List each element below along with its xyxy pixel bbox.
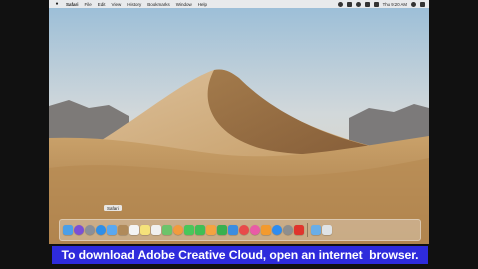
dock-safari-icon[interactable]	[96, 225, 106, 235]
menu-window[interactable]: Window	[176, 2, 192, 7]
dock-maps-icon[interactable]	[162, 225, 172, 235]
mac-desktop: ● Safari File Edit View History Bookmark…	[49, 0, 429, 244]
wifi-icon[interactable]	[355, 1, 361, 7]
dock-contacts-icon[interactable]	[118, 225, 128, 235]
dock-divider	[307, 223, 308, 237]
dock-launchpad-icon[interactable]	[85, 225, 95, 235]
dock-news-icon[interactable]	[239, 225, 249, 235]
dock-messages-icon[interactable]	[184, 225, 194, 235]
dock-mail-icon[interactable]	[107, 225, 117, 235]
dock-app-store-icon[interactable]	[272, 225, 282, 235]
dock-downloads-icon[interactable]	[311, 225, 321, 235]
dock-pages-icon[interactable]	[206, 225, 216, 235]
dock-facetime-icon[interactable]	[195, 225, 205, 235]
shield-status-icon[interactable]	[346, 1, 352, 7]
dock-creative-cloud-icon[interactable]	[294, 225, 304, 235]
dock-keynote-icon[interactable]	[228, 225, 238, 235]
dock-notes-icon[interactable]	[140, 225, 150, 235]
menu-edit[interactable]: Edit	[98, 2, 106, 7]
menu-view[interactable]: View	[112, 2, 122, 7]
menu-history[interactable]: History	[127, 2, 141, 7]
creative-cloud-status-icon[interactable]	[337, 1, 343, 7]
dock-system-preferences-icon[interactable]	[283, 225, 293, 235]
notification-center-icon[interactable]	[420, 1, 425, 7]
dock-numbers-icon[interactable]	[217, 225, 227, 235]
dock-ibooks-icon[interactable]	[261, 225, 271, 235]
dock-photos-icon[interactable]	[173, 225, 183, 235]
menu-bookmarks[interactable]: Bookmarks	[147, 2, 170, 7]
menu-app-safari[interactable]: Safari	[66, 2, 79, 7]
dock-finder-icon[interactable]	[63, 225, 73, 235]
dock-calendar-icon[interactable]	[129, 225, 139, 235]
dock-reminders-icon[interactable]	[151, 225, 161, 235]
dock-trash-icon[interactable]	[322, 225, 332, 235]
menu-help[interactable]: Help	[198, 2, 207, 7]
battery-icon[interactable]	[373, 1, 379, 7]
video-caption: To download Adobe Creative Cloud, open a…	[52, 246, 428, 264]
dock-tooltip: Safari	[104, 205, 122, 211]
volume-icon[interactable]	[364, 1, 370, 7]
menu-file[interactable]: File	[85, 2, 92, 7]
dock-itunes-icon[interactable]	[250, 225, 260, 235]
apple-menu-icon[interactable]: ●	[54, 1, 60, 7]
spotlight-search-icon[interactable]	[411, 1, 416, 7]
dock	[59, 219, 421, 241]
dock-siri-icon[interactable]	[74, 225, 84, 235]
menu-bar-clock[interactable]: Thu 9:20 AM	[383, 2, 407, 7]
status-menus: Thu 9:20 AM	[337, 0, 425, 8]
menu-bar: ● Safari File Edit View History Bookmark…	[49, 0, 429, 8]
